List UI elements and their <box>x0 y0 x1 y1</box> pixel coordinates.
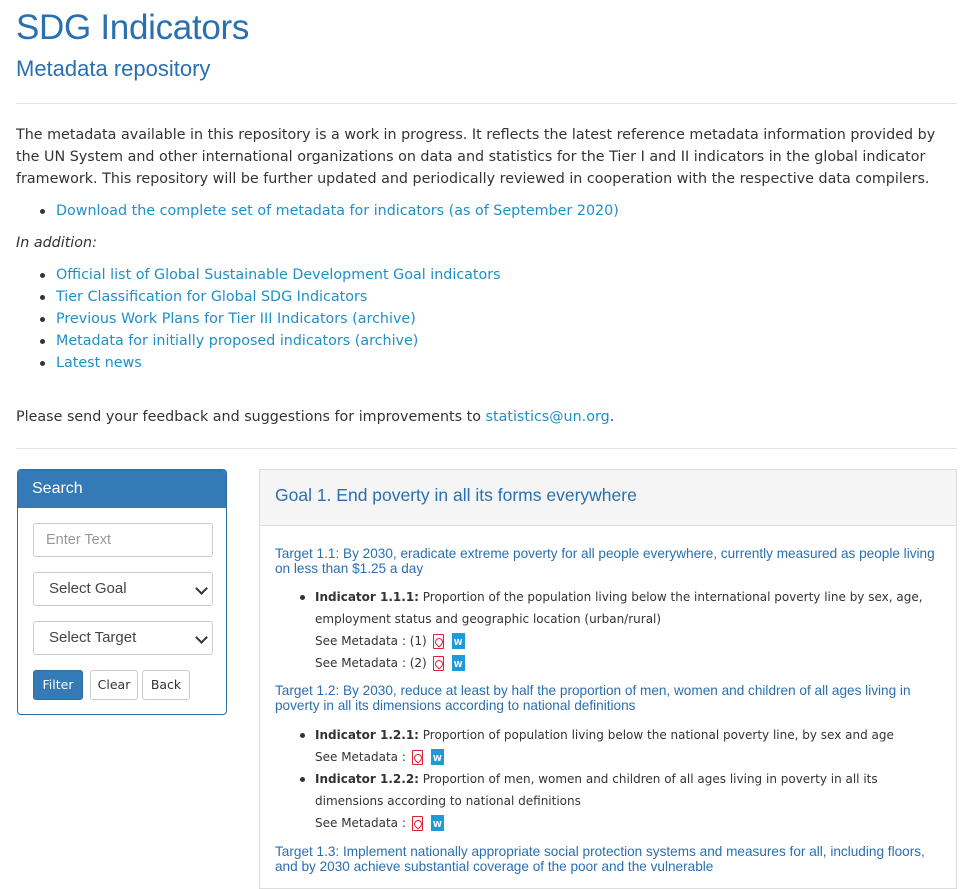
list-item: Latest news <box>36 352 501 374</box>
clear-button[interactable]: Clear <box>90 670 138 700</box>
metadata-row: See Metadata : (1) W <box>315 631 465 651</box>
download-list: Download the complete set of metadata fo… <box>36 200 619 222</box>
download-metadata-link[interactable]: Download the complete set of metadata fo… <box>56 203 619 219</box>
target-link[interactable]: Target 1.2: By 2030, reduce at least by … <box>275 683 940 713</box>
feedback-text: Please send your feedback and suggestion… <box>16 406 614 428</box>
search-input[interactable]: Enter Text <box>33 523 213 557</box>
metadata-row: See Metadata : W <box>315 747 444 767</box>
indicator-item: Indicator 1.2.2: Proportion of men, wome… <box>300 768 945 812</box>
target-select[interactable]: Select Target <box>33 621 213 655</box>
filter-button[interactable]: Filter <box>33 670 83 700</box>
additional-links-list: Official list of Global Sustainable Deve… <box>36 264 501 374</box>
chevron-down-icon <box>195 631 208 644</box>
target-link[interactable]: Target 1.1: By 2030, eradicate extreme p… <box>275 546 940 576</box>
feedback-suffix: . <box>609 409 615 425</box>
indicator-code: Indicator 1.2.1: <box>315 728 419 742</box>
indicator-code: Indicator 1.2.2: <box>315 772 419 786</box>
list-item: Previous Work Plans for Tier III Indicat… <box>36 308 501 330</box>
metadata-label: See Metadata : <box>315 816 406 830</box>
chevron-down-icon <box>195 582 208 595</box>
page-subtitle: Metadata repository <box>16 56 211 81</box>
latest-news-link[interactable]: Latest news <box>56 355 142 371</box>
list-item: Download the complete set of metadata fo… <box>36 200 619 222</box>
in-addition-label: In addition: <box>16 235 97 251</box>
goal-select[interactable]: Select Goal <box>33 572 213 606</box>
word-icon[interactable]: W <box>430 749 444 765</box>
work-plans-link[interactable]: Previous Work Plans for Tier III Indicat… <box>56 311 416 327</box>
word-icon[interactable]: W <box>451 633 465 649</box>
pdf-icon[interactable] <box>432 633 444 649</box>
divider <box>16 103 957 104</box>
page-title: SDG Indicators <box>16 8 250 47</box>
goal-panel: Goal 1. End poverty in all its forms eve… <box>259 469 957 889</box>
indicator-text: Proportion of population living below th… <box>418 728 894 742</box>
metadata-row: See Metadata : W <box>315 813 444 833</box>
target-link[interactable]: Target 1.3: Implement nationally appropr… <box>275 844 940 874</box>
pdf-icon[interactable] <box>411 749 423 765</box>
feedback-email-link[interactable]: statistics@un.org <box>486 409 610 425</box>
metadata-label: See Metadata : (2) <box>315 656 427 670</box>
indicator-item: Indicator 1.2.1: Proportion of populatio… <box>300 724 945 746</box>
word-icon[interactable]: W <box>451 655 465 671</box>
back-button[interactable]: Back <box>142 670 190 700</box>
metadata-label: See Metadata : <box>315 750 406 764</box>
divider <box>16 448 957 449</box>
metadata-row: See Metadata : (2) W <box>315 653 465 673</box>
official-list-link[interactable]: Official list of Global Sustainable Deve… <box>56 267 501 283</box>
indicator-code: Indicator 1.1.1: <box>315 590 419 604</box>
list-item: Metadata for initially proposed indicato… <box>36 330 501 352</box>
list-item: Official list of Global Sustainable Deve… <box>36 264 501 286</box>
intro-paragraph: The metadata available in this repositor… <box>16 127 936 187</box>
list-item: Tier Classification for Global SDG Indic… <box>36 286 501 308</box>
pdf-icon[interactable] <box>411 815 423 831</box>
metadata-label: See Metadata : (1) <box>315 634 427 648</box>
target-select-value: Select Target <box>49 629 137 646</box>
indicator-item: Indicator 1.1.1: Proportion of the popul… <box>300 586 945 630</box>
goal-title: Goal 1. End poverty in all its forms eve… <box>260 470 956 526</box>
tier-classification-link[interactable]: Tier Classification for Global SDG Indic… <box>56 289 367 305</box>
goal-select-value: Select Goal <box>49 580 127 597</box>
pdf-icon[interactable] <box>432 655 444 671</box>
proposed-indicators-link[interactable]: Metadata for initially proposed indicato… <box>56 333 418 349</box>
search-panel-title: Search <box>18 470 226 508</box>
search-panel: Search Enter Text Select Goal Select Tar… <box>17 469 227 715</box>
word-icon[interactable]: W <box>430 815 444 831</box>
feedback-prefix: Please send your feedback and suggestion… <box>16 409 486 425</box>
